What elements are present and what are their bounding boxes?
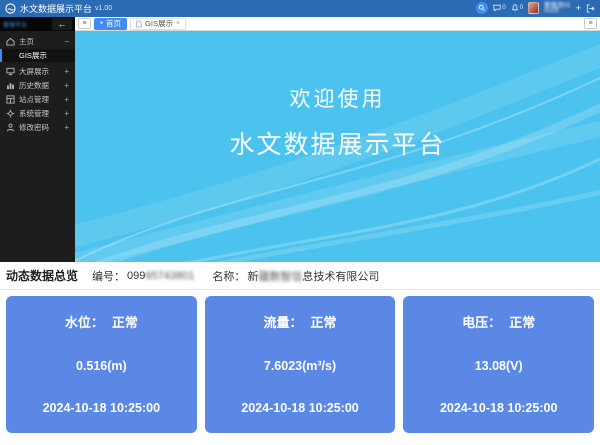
metric-value: 13.08(V) — [475, 359, 523, 373]
tab-gis-label: GIS展示 — [145, 18, 173, 29]
card-title: 水位： 正常 — [65, 312, 138, 331]
collapse-sidebar-button[interactable]: ← — [52, 18, 72, 30]
message-badge: 0 — [502, 5, 505, 11]
sidebar-subitem-label: GIS展示 — [19, 50, 47, 61]
tab-home-label: 首页 — [106, 18, 121, 29]
code-value-redacted: 65743801 — [145, 270, 194, 282]
logout-button[interactable] — [586, 4, 595, 13]
sidebar-item-home[interactable]: 主页 − — [0, 34, 75, 48]
name-value-redacted: 疆数智信 — [258, 268, 302, 284]
body-row: 主页 − GIS展示 大屏展示 + — [0, 31, 600, 262]
user-info[interactable]: 管理员01 欢迎您 — [544, 2, 571, 15]
overview-bar: 动态数据总览 编号： 09965743801 名称： 新疆数智信息技术有限公司 — [0, 262, 600, 290]
user-avatar[interactable] — [528, 2, 539, 14]
topbar-actions: 0 0 管理员01 欢迎您 + — [476, 2, 595, 15]
name-value-suffix: 息技术有限公司 — [302, 268, 379, 284]
notifications-badge: 0 — [520, 5, 523, 11]
tab-bar: ≡ ● 首页 GIS展示 × ≡ — [75, 17, 600, 31]
welcome-line1: 欢迎使用 — [75, 83, 600, 113]
sidebar-item-label: 系统管理 — [19, 108, 60, 119]
sidebar-item-label: 主页 — [19, 36, 60, 47]
tab-options-button[interactable]: ≡ — [584, 18, 597, 29]
welcome-line2: 水文数据展示平台 — [75, 125, 600, 161]
sidebar-item-system[interactable]: 系统管理 + — [0, 106, 75, 120]
bell-icon — [511, 4, 519, 12]
expand-plus-icon: + — [64, 95, 69, 104]
expand-plus-icon: + — [64, 123, 69, 132]
status-badge: 正常 — [112, 315, 138, 330]
collapse-minus-icon: − — [64, 37, 69, 46]
name-label: 名称： — [212, 268, 245, 284]
sidebar-header-text: 管理平台 — [3, 20, 27, 29]
message-icon — [493, 4, 501, 12]
top-bar: 水文数据展示平台 v1.00 0 0 — [0, 0, 600, 17]
overview-title: 动态数据总览 — [6, 267, 78, 284]
status-badge: 正常 — [509, 315, 535, 330]
secondary-bar: 管理平台 ← ≡ ● 首页 GIS展示 × ≡ — [0, 17, 600, 31]
user-icon — [6, 123, 15, 132]
expand-plus-icon: + — [64, 67, 69, 76]
sidebar-item-bigscreen[interactable]: 大屏展示 + — [0, 64, 75, 78]
sidebar-item-label: 历史数据 — [19, 80, 60, 91]
app-version: v1.00 — [95, 5, 112, 12]
card-title: 电压： 正常 — [462, 312, 535, 331]
tab-close-icon[interactable]: × — [176, 20, 180, 27]
sidebar-item-password[interactable]: 修改密码 + — [0, 120, 75, 134]
tab-gis[interactable]: GIS展示 × — [130, 18, 186, 30]
metric-value: 0.516(m) — [76, 359, 127, 373]
expand-plus-icon: + — [64, 109, 69, 118]
sidebar-item-stations[interactable]: 站点管理 + — [0, 92, 75, 106]
flow-card[interactable]: 流量： 正常 7.6023(m³/s) 2024-10-18 10:25:00 — [205, 296, 396, 433]
sidebar-item-label: 修改密码 — [19, 122, 60, 133]
app-logo-icon — [5, 3, 16, 14]
metric-timestamp: 2024-10-18 10:25:00 — [440, 401, 557, 415]
screen-icon — [6, 67, 15, 76]
page-icon — [136, 20, 142, 28]
welcome-message: 欢迎使用 水文数据展示平台 — [75, 83, 600, 161]
sidebar-nav: 主页 − GIS展示 大屏展示 + — [0, 31, 75, 262]
sidebar-subitem-gis[interactable]: GIS展示 — [0, 49, 75, 62]
status-badge: 正常 — [311, 315, 337, 330]
user-subtext: 欢迎您 — [544, 9, 571, 15]
logout-icon — [586, 4, 595, 13]
expand-plus-icon: + — [64, 81, 69, 90]
metric-value: 7.6023(m³/s) — [264, 359, 336, 373]
app-window: 水文数据展示平台 v1.00 0 0 — [0, 0, 600, 445]
metric-timestamp: 2024-10-18 10:25:00 — [241, 401, 358, 415]
grid-icon — [6, 95, 15, 104]
metric-label: 水位： — [65, 315, 104, 330]
home-icon — [6, 37, 15, 46]
card-title: 流量： 正常 — [263, 312, 336, 331]
metric-label: 流量： — [263, 315, 302, 330]
code-value: 099 — [127, 270, 145, 282]
code-label: 编号： — [92, 268, 125, 284]
metric-timestamp: 2024-10-18 10:25:00 — [43, 401, 160, 415]
voltage-card[interactable]: 电压： 正常 13.08(V) 2024-10-18 10:25:00 — [403, 296, 594, 433]
metric-label: 电压： — [462, 315, 501, 330]
search-button[interactable] — [476, 2, 488, 14]
message-button[interactable]: 0 — [493, 4, 505, 12]
sidebar-header: 管理平台 ← — [0, 17, 75, 31]
app-title: 水文数据展示平台 — [20, 2, 92, 15]
metric-cards-row: 水位： 正常 0.516(m) 2024-10-18 10:25:00 流量： 正常… — [0, 290, 600, 445]
sidebar-item-label: 站点管理 — [19, 94, 60, 105]
tab-menu-button[interactable]: ≡ — [78, 18, 91, 29]
gear-icon — [6, 109, 15, 118]
main-welcome-panel: 欢迎使用 水文数据展示平台 — [75, 31, 600, 262]
sidebar-item-history[interactable]: 历史数据 + — [0, 78, 75, 92]
add-button[interactable]: + — [576, 3, 581, 13]
notifications-button[interactable]: 0 — [511, 4, 523, 12]
chart-icon — [6, 81, 15, 90]
tab-home[interactable]: ● 首页 — [94, 18, 127, 30]
sidebar-item-label: 大屏展示 — [19, 66, 60, 77]
water-level-card[interactable]: 水位： 正常 0.516(m) 2024-10-18 10:25:00 — [6, 296, 197, 433]
name-value-prefix: 新 — [247, 268, 258, 284]
active-tab-dot-icon: ● — [100, 21, 103, 26]
